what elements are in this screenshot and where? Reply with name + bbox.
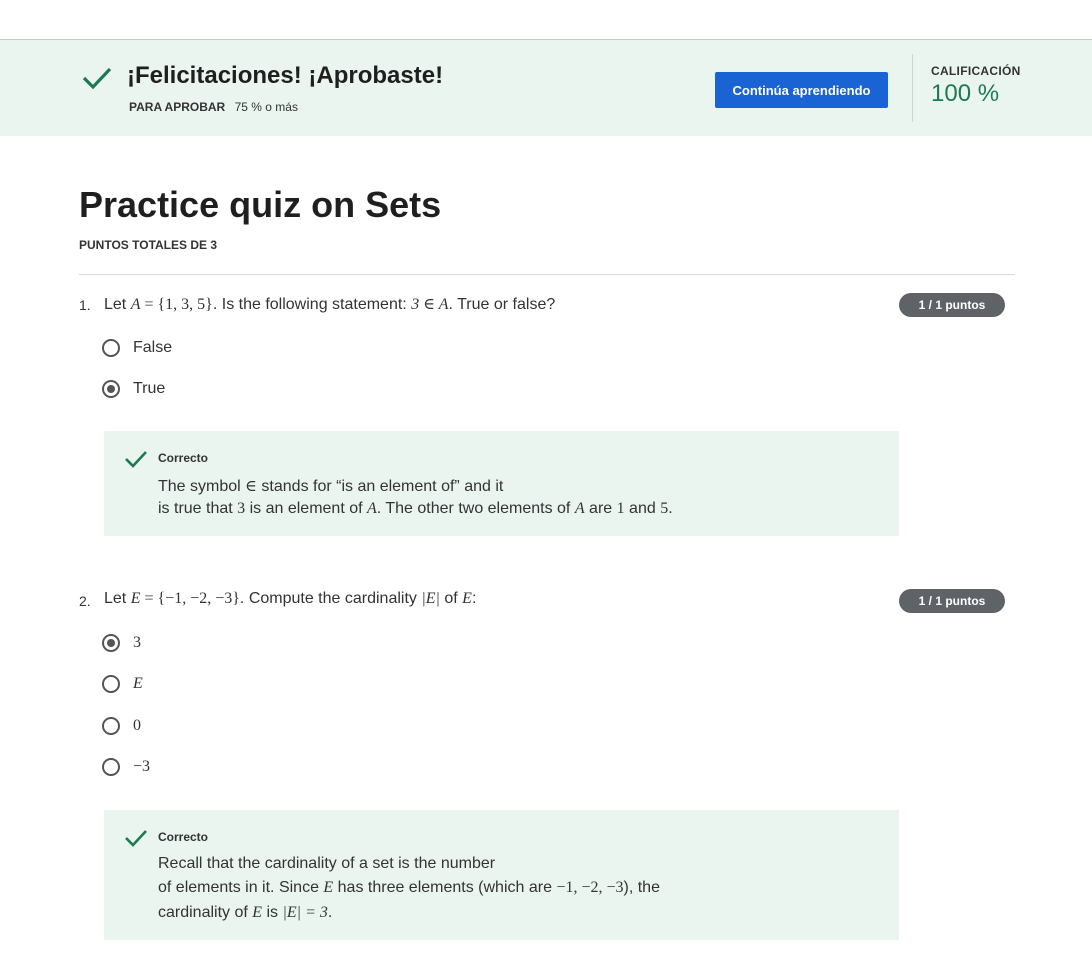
- result-title: ¡Felicitaciones! ¡Aprobaste!: [127, 62, 444, 89]
- question-number: 1.: [79, 297, 91, 313]
- math-number: 1: [616, 500, 625, 517]
- feedback-text: The symbol ∈ stands for “is an element o…: [158, 476, 503, 496]
- feedback-text-part: cardinality of: [158, 904, 253, 921]
- question-text-part: . True or false?: [448, 296, 556, 313]
- math-number: 3: [237, 500, 246, 517]
- answer-option[interactable]: E: [102, 672, 143, 696]
- feedback-text: Recall that the cardinality of a set is …: [158, 855, 495, 873]
- math-expression: −1, −2, −3: [556, 879, 624, 896]
- feedback-text-part: .: [668, 500, 673, 517]
- math-symbol: E: [252, 904, 263, 921]
- question-number: 2.: [79, 593, 91, 609]
- math-symbol: E: [323, 879, 334, 896]
- math-symbol: A: [367, 500, 377, 517]
- feedback-text-part: has three elements (which are: [333, 879, 557, 896]
- grade-label: CALIFICACIÓN: [931, 64, 1021, 78]
- top-bar: [0, 0, 1092, 40]
- radio-button[interactable]: [102, 717, 120, 735]
- feedback-text: is true that 3 is an element of A. The o…: [158, 500, 673, 518]
- feedback-text-part: .: [327, 904, 333, 921]
- math-symbol: ∈: [245, 478, 257, 495]
- feedback-text-part: The symbol: [158, 478, 246, 495]
- pass-label: PARA APROBAR: [129, 100, 226, 114]
- math-number: 5: [660, 500, 669, 517]
- pass-requirement: PARA APROBAR 75 % o más: [129, 100, 298, 114]
- feedback-box: Correcto The symbol ∈ stands for “is an …: [104, 431, 899, 536]
- answer-option[interactable]: True: [102, 377, 165, 401]
- answer-option[interactable]: 3: [102, 631, 141, 655]
- feedback-text-part: is an element of: [245, 500, 367, 517]
- divider: [79, 274, 1015, 275]
- math-expression: |E| = 3: [282, 904, 328, 921]
- feedback-title: Correcto: [158, 830, 209, 844]
- radio-button-selected[interactable]: [102, 634, 120, 652]
- option-label: 0: [133, 717, 141, 734]
- math-symbol: A: [130, 296, 141, 313]
- question-text-part: Let: [104, 296, 131, 313]
- grade-divider: [912, 54, 913, 122]
- feedback-box: Correcto Recall that the cardinality of …: [104, 810, 899, 940]
- radio-button[interactable]: [102, 758, 120, 776]
- question-text-part: of: [439, 590, 463, 607]
- radio-button[interactable]: [102, 675, 120, 693]
- feedback-text: cardinality of E is |E| = 3.: [158, 904, 332, 922]
- feedback-text-part: Recall that the cardinality of a set is …: [158, 855, 496, 872]
- check-icon: [125, 451, 147, 468]
- option-label: E: [133, 675, 143, 692]
- option-label: False: [133, 339, 173, 356]
- option-label: −3: [133, 758, 151, 775]
- feedback-text-part: is: [262, 904, 283, 921]
- check-icon: [125, 830, 147, 847]
- points-badge: 1 / 1 puntos: [899, 589, 1005, 613]
- check-icon: [82, 67, 112, 90]
- math-symbol: E: [462, 590, 472, 607]
- feedback-text-part: ), the: [623, 879, 660, 896]
- radio-button[interactable]: [102, 339, 120, 357]
- pass-value: 75 % o más: [234, 100, 298, 114]
- math-symbol: E: [130, 590, 141, 607]
- feedback-text-part: . The other two elements of: [376, 500, 575, 517]
- question-text-part: . Is the following statement:: [212, 296, 412, 313]
- math-symbol: A: [574, 500, 585, 517]
- total-points: PUNTOS TOTALES DE 3: [79, 238, 218, 252]
- points-badge: 1 / 1 puntos: [899, 293, 1005, 317]
- feedback-text-part: of elements in it. Since: [158, 879, 324, 896]
- radio-button-selected[interactable]: [102, 380, 120, 398]
- question-text-part: . Compute the cardinality: [239, 590, 422, 607]
- math-set: = {−1, −2, −3}: [140, 590, 240, 607]
- feedback-text-part: and: [624, 500, 661, 517]
- answer-option[interactable]: −3: [102, 755, 150, 779]
- question-text: Let A = {1, 3, 5}. Is the following stat…: [104, 294, 555, 314]
- option-label: True: [133, 380, 166, 397]
- option-label: 3: [133, 634, 141, 651]
- feedback-text-part: are: [584, 500, 617, 517]
- page-title: Practice quiz on Sets: [79, 184, 442, 225]
- result-banner: ¡Felicitaciones! ¡Aprobaste! PARA APROBA…: [0, 40, 1092, 136]
- math-expression: |E|: [421, 590, 440, 607]
- question-text-part: Let: [104, 590, 131, 607]
- feedback-text-part: stands for “is an element of” and it: [256, 478, 504, 495]
- feedback-text-part: is true that: [158, 500, 238, 517]
- question-text: Let E = {−1, −2, −3}. Compute the cardin…: [104, 590, 476, 608]
- answer-option[interactable]: 0: [102, 714, 141, 738]
- math-expression: 3 ∈ A: [411, 296, 449, 313]
- math-set: = {1, 3, 5}: [140, 296, 213, 313]
- feedback-text: of elements in it. Since E has three ele…: [158, 879, 660, 897]
- question-text-part: :: [471, 590, 477, 607]
- feedback-title: Correcto: [158, 451, 209, 465]
- grade-value: 100 %: [931, 80, 1000, 107]
- answer-option[interactable]: False: [102, 336, 172, 360]
- continue-learning-button[interactable]: Continúa aprendiendo: [715, 72, 888, 108]
